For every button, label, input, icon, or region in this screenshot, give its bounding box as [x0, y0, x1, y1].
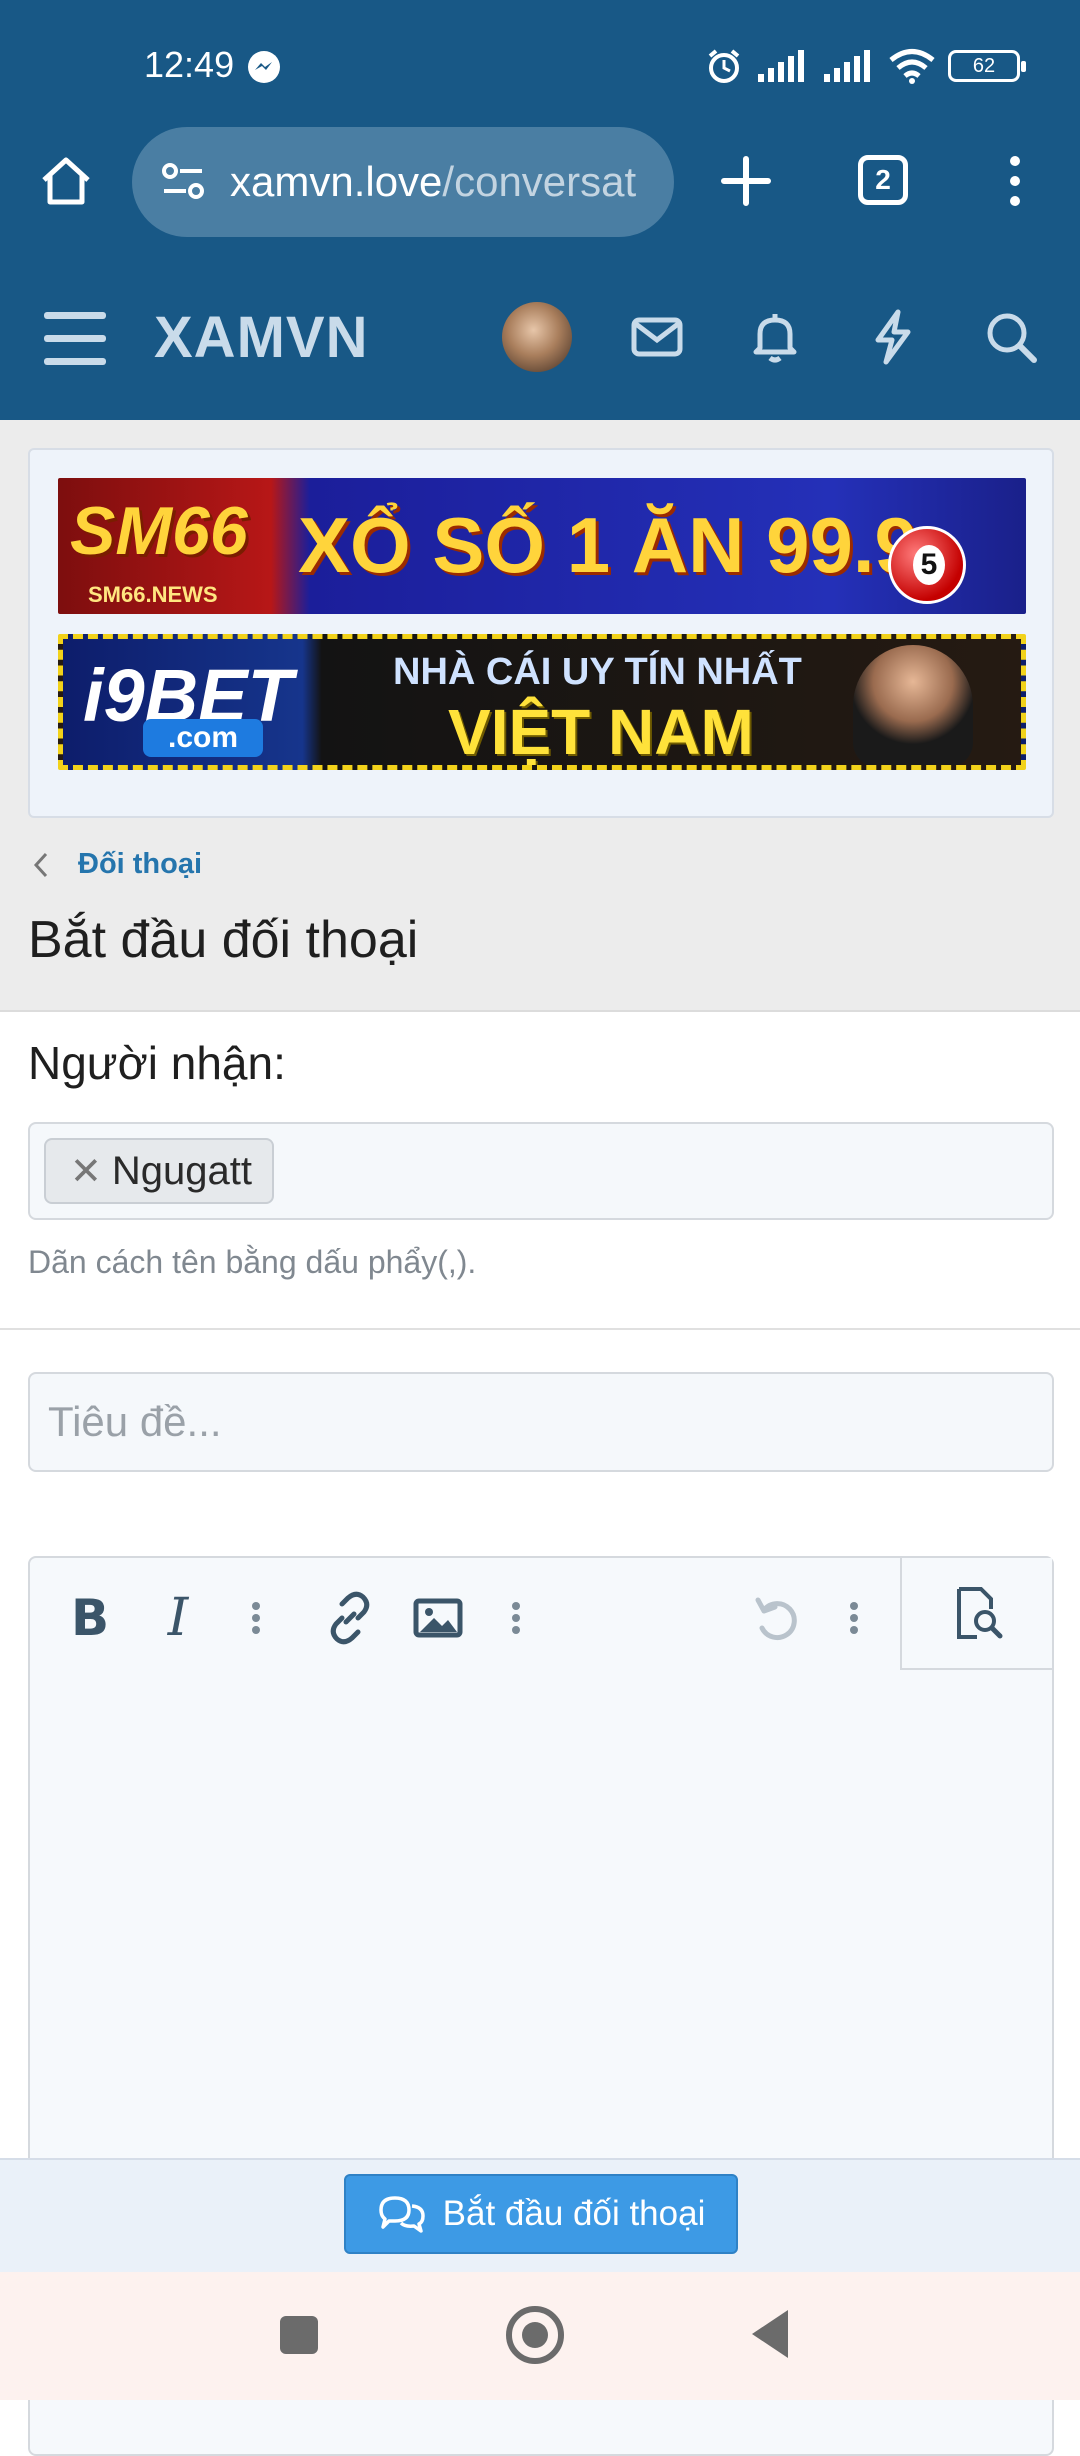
- status-bar: 12:49 62: [0, 0, 1080, 120]
- recipient-label: Người nhận:: [28, 1037, 286, 1089]
- back-icon[interactable]: [752, 2310, 788, 2358]
- browser-toolbar: xamvn.love/conversat 2: [0, 120, 1080, 260]
- wifi-icon: [889, 49, 935, 84]
- lottery-ball-icon: 5: [888, 526, 966, 604]
- ad-line2: VIỆT NAM: [448, 696, 754, 768]
- page-header-section: SM66 SM66.NEWS XỔ SỐ 1 ĂN 99.9 5 i9BET .…: [0, 420, 1080, 1012]
- mail-icon[interactable]: [626, 306, 688, 368]
- ad-headline: XỔ SỐ 1 ĂN 99.9: [298, 501, 918, 589]
- form-submit-row: Bắt đầu đối thoại: [0, 2158, 1080, 2272]
- start-conversation-button[interactable]: Bắt đầu đối thoại: [344, 2174, 738, 2254]
- status-icons: 62: [704, 46, 1026, 86]
- site-settings-icon[interactable]: [158, 157, 208, 207]
- breadcrumb-link[interactable]: Đối thoại: [78, 848, 202, 881]
- more-icon[interactable]: [226, 1588, 286, 1648]
- ad-banner-i9bet[interactable]: i9BET .com NHÀ CÁI UY TÍN NHẤT VIỆT NAM: [58, 634, 1026, 770]
- battery-indicator: 62: [948, 50, 1026, 82]
- battery-level: 62: [972, 54, 996, 77]
- home-icon[interactable]: [36, 150, 96, 210]
- italic-button[interactable]: I: [148, 1588, 208, 1648]
- chevron-left-icon: [33, 852, 48, 877]
- tab-count: 2: [875, 164, 891, 195]
- alarm-icon: [708, 49, 740, 83]
- browser-menu-icon[interactable]: [1000, 153, 1030, 209]
- ad-model-image: [853, 645, 973, 765]
- page-title: Bắt đầu đối thoại: [28, 911, 419, 969]
- ad-sub: SM66.NEWS: [88, 582, 218, 607]
- recipient-chip[interactable]: ✕ Ngugatt: [44, 1138, 274, 1204]
- address-bar[interactable]: xamvn.love/conversat: [132, 127, 674, 237]
- site-header: XAMVN: [0, 260, 1080, 420]
- preview-button[interactable]: [900, 1558, 1052, 1670]
- bold-icon: B: [70, 1589, 110, 1647]
- chat-icon: [378, 2196, 425, 2233]
- image-icon[interactable]: [408, 1588, 468, 1648]
- url-host: xamvn.love: [230, 158, 443, 205]
- search-icon[interactable]: [980, 306, 1042, 368]
- bold-button[interactable]: B: [60, 1588, 120, 1648]
- bell-icon[interactable]: [744, 306, 806, 368]
- divider: [0, 1328, 1080, 1330]
- lightning-icon[interactable]: [862, 306, 924, 368]
- ad-banner-sm66[interactable]: SM66 SM66.NEWS XỔ SỐ 1 ĂN 99.9 5: [58, 478, 1026, 614]
- new-tab-icon[interactable]: [718, 153, 774, 209]
- ad-domain: .com: [143, 719, 263, 757]
- more-icon[interactable]: [824, 1588, 884, 1648]
- site-logo[interactable]: XAMVN: [154, 304, 368, 371]
- recent-apps-icon[interactable]: [280, 2316, 318, 2354]
- title-input[interactable]: [28, 1372, 1054, 1472]
- italic-icon: I: [167, 1588, 189, 1648]
- link-icon[interactable]: [320, 1588, 380, 1648]
- remove-recipient-icon[interactable]: ✕: [70, 1149, 102, 1194]
- status-time: 12:49: [144, 44, 235, 85]
- avatar[interactable]: [502, 302, 572, 372]
- ad-brand: SM66: [70, 493, 248, 569]
- ad-container: SM66 SM66.NEWS XỔ SỐ 1 ĂN 99.9 5 i9BET .…: [28, 448, 1054, 818]
- recipient-input[interactable]: ✕ Ngugatt: [28, 1122, 1054, 1220]
- breadcrumb[interactable]: Đối thoại: [30, 848, 202, 881]
- recipient-hint: Dãn cách tên bằng dấu phẩy(,).: [28, 1244, 477, 1280]
- signal-icon-2: [824, 50, 870, 82]
- url-path: /conversat: [442, 158, 637, 205]
- home-button-icon[interactable]: [506, 2306, 564, 2364]
- recipient-name: Ngugatt: [111, 1148, 252, 1193]
- menu-icon[interactable]: [44, 312, 106, 366]
- more-icon[interactable]: [486, 1588, 546, 1648]
- undo-icon[interactable]: [746, 1588, 806, 1648]
- signal-icon: [758, 50, 804, 82]
- tab-switcher-button[interactable]: 2: [858, 155, 908, 205]
- ad-line1: NHÀ CÁI UY TÍN NHẤT: [393, 651, 802, 693]
- preview-icon: [957, 1587, 1003, 1639]
- messenger-icon: [248, 51, 280, 83]
- system-nav-bar: [0, 2272, 1080, 2400]
- start-conversation-label: Bắt đầu đối thoại: [442, 2194, 706, 2233]
- lottery-ball-number: 5: [913, 545, 945, 585]
